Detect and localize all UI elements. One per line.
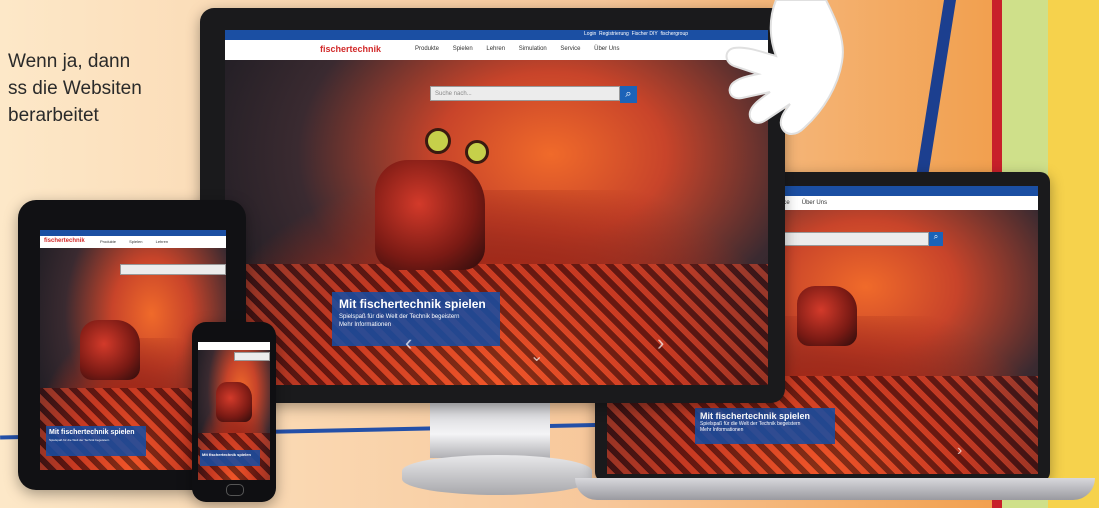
search-button[interactable]: ⌕ xyxy=(929,232,943,246)
hero-banner: Mit fischertechnik spielen Spielspaß für… xyxy=(695,408,835,444)
search-icon: ⌕ xyxy=(625,88,632,100)
intro-text: Wenn ja, dann ss die Websiten berarbeite… xyxy=(8,48,208,129)
intro-line-1: Wenn ja, dann xyxy=(8,51,131,72)
pointing-hand-icon xyxy=(725,0,844,135)
banner-title: Mit fischertechnik spielen xyxy=(339,297,486,311)
monitor-navbar: fischertechnik Produkte Spielen Lehren S… xyxy=(225,40,768,60)
nav-item-produkte[interactable]: Produkte xyxy=(100,239,116,244)
diy-link[interactable]: Fischer DIY xyxy=(632,31,658,37)
banner-title: Mit fischertechnik spielen xyxy=(49,429,135,436)
register-link[interactable]: Registrierung xyxy=(599,31,629,37)
banner-title: Mit fischertechnik spielen xyxy=(700,411,811,421)
nav-item-ueber-uns[interactable]: Über Uns xyxy=(802,200,827,206)
robot-figure xyxy=(216,382,252,422)
search-input[interactable]: Suche nach... xyxy=(430,86,620,101)
banner-link[interactable]: Mehr Informationen xyxy=(700,427,830,433)
tablet-navbar: fischertechnik Produkte Spielen Lehren xyxy=(40,236,226,248)
nav-item-simulation[interactable]: Simulation xyxy=(519,46,547,52)
monitor-stand-neck xyxy=(430,398,550,458)
hero-banner: Mit fischertechnik spielen Spielspaß für… xyxy=(332,292,500,346)
robot-eye-right xyxy=(465,140,489,164)
nav-item-service[interactable]: Service xyxy=(560,46,580,52)
hero-banner: Mit fischertechnik spielen Spielspaß für… xyxy=(46,426,146,456)
phone-screen: Mit fischertechnik spielen xyxy=(198,342,270,480)
monitor-device: Login Registrierung Fischer DIY fischerg… xyxy=(200,8,785,403)
nav-item-spielen[interactable]: Spielen xyxy=(453,46,473,52)
laptop-base xyxy=(575,478,1095,500)
robot-figure xyxy=(375,160,485,270)
nav-item-lehren[interactable]: Lehren xyxy=(486,46,505,52)
intro-line-2: ss die Websiten xyxy=(8,78,142,99)
monitor-stand-base xyxy=(402,455,592,495)
search-input[interactable] xyxy=(234,352,270,361)
banner-subtitle: Spielspaß für die Welt der Technik begei… xyxy=(49,438,110,442)
phone-navbar xyxy=(198,342,270,350)
intro-line-3: berarbeitet xyxy=(8,105,99,126)
search-button[interactable]: ⌕ xyxy=(620,86,637,103)
fischergroup-link[interactable]: fischergroup xyxy=(660,31,688,37)
scroll-down-arrow[interactable]: ⌄ xyxy=(530,346,543,366)
nav-item-spielen[interactable]: Spielen xyxy=(129,239,142,244)
search-input[interactable] xyxy=(120,264,226,275)
nav-item-ueber-uns[interactable]: Über Uns xyxy=(594,46,619,52)
login-link[interactable]: Login xyxy=(584,31,596,37)
monitor-screen: Login Registrierung Fischer DIY fischerg… xyxy=(225,30,768,385)
search-icon: ⌕ xyxy=(933,232,939,241)
site-logo[interactable]: fischertechnik xyxy=(320,44,381,54)
nav-item-produkte[interactable]: Produkte xyxy=(415,46,439,52)
hero-banner: Mit fischertechnik spielen xyxy=(200,450,260,466)
banner-subtitle: Spielspaß für die Welt der Technik begei… xyxy=(339,314,460,320)
robot-eye-left xyxy=(425,128,451,154)
site-logo[interactable]: fischertechnik xyxy=(44,238,85,244)
carousel-next-arrow[interactable]: › xyxy=(957,442,962,460)
banner-title: Mit fischertechnik spielen xyxy=(202,452,251,457)
banner-link[interactable]: Mehr Informationen xyxy=(339,322,493,328)
decor-yellow-stripe xyxy=(1048,0,1099,508)
carousel-next-arrow[interactable]: › xyxy=(657,330,664,356)
phone-device: Mit fischertechnik spielen xyxy=(192,322,276,502)
carousel-prev-arrow[interactable]: ‹ xyxy=(405,330,412,356)
phone-home-button[interactable] xyxy=(226,484,244,496)
top-link-strip: Login Registrierung Fischer DIY fischerg… xyxy=(225,30,768,40)
nav-item-lehren[interactable]: Lehren xyxy=(156,239,168,244)
robot-figure xyxy=(80,320,140,380)
